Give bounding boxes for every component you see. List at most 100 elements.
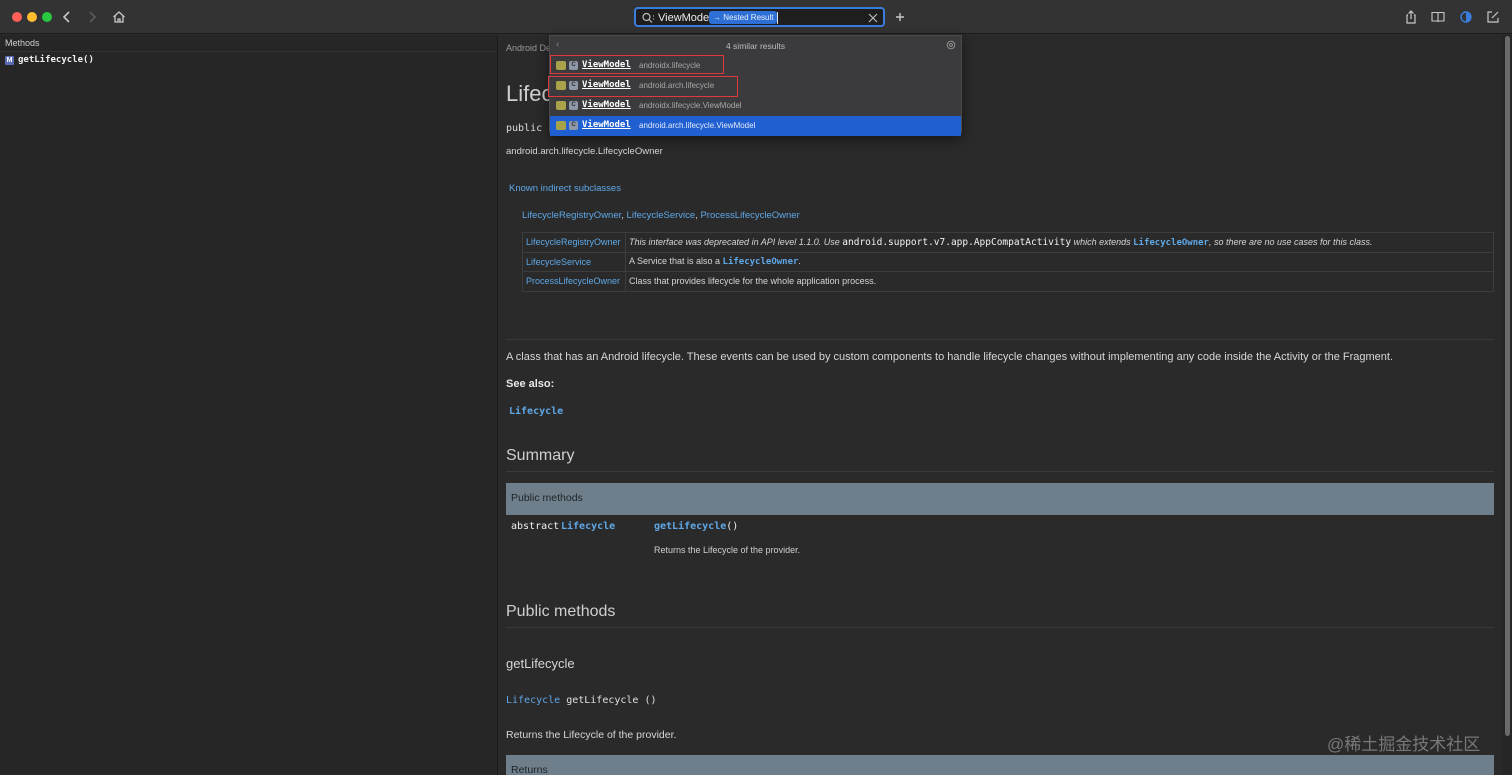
clear-search-icon[interactable] [866,11,880,25]
sidebar-title: Methods [5,38,40,48]
table-cell: LifecycleRegistryOwner [522,232,626,253]
subclass-link[interactable]: ProcessLifecycleOwner [526,276,620,286]
breadcrumb[interactable]: Android De [506,43,551,53]
method-description: Returns the Lifecycle of the provider. [506,729,677,741]
subclass-table: LifecycleRegistryOwner This interface wa… [522,232,1494,292]
class-description: A class that has an Android lifecycle. T… [506,351,1394,363]
method-full-signature: Lifecycle getLifecycle () [506,695,657,706]
public-methods-heading: Public methods [506,603,616,620]
interface-name: android.arch.lifecycle.LifecycleOwner [506,146,663,157]
method-parens: () [726,521,739,532]
result-name: ViewModel [582,100,631,110]
dropdown-header: ‹ 4 similar results [550,36,961,56]
plus-icon [896,13,904,21]
watermark: @稀土掘金技术社区 [1327,735,1481,754]
method-signature: getLifecycle() [654,521,738,532]
class-declaration: public i [506,123,555,134]
cell-text: A Service that is also a [629,256,723,267]
text-caret [777,12,778,24]
search-result-item[interactable]: C ViewModel androidx.lifecycle.ViewModel [550,96,961,116]
compose-icon [1487,11,1499,23]
subclass-link[interactable]: LifecycleRegistryOwner [526,237,621,247]
subclass-link[interactable]: LifecycleService [526,257,591,267]
home-icon [113,11,125,23]
cell-text: Class that provides lifecycle for the wh… [629,276,877,287]
section-divider [506,339,1494,340]
library-button[interactable] [1430,9,1446,25]
table-header-text: Public methods [511,492,583,504]
return-type-link[interactable]: Lifecycle [506,695,560,706]
class-icon: C [569,101,578,110]
contrast-icon [1460,11,1472,23]
close-window-button[interactable] [12,12,22,22]
table-row: LifecycleService A Service that is also … [522,251,1494,272]
new-tab-button[interactable] [892,9,908,25]
forward-button[interactable] [84,9,100,25]
search-query: ViewModel [658,12,712,24]
table-cell: Class that provides lifecycle for the wh… [625,271,1494,292]
nested-result-badge[interactable]: → Nested Result [709,11,778,24]
see-also-label: See also: [506,378,555,390]
sidebar-item-label: getLifecycle() [18,55,94,65]
subclass-link[interactable]: LifecycleRegistryOwner [522,210,621,221]
package-icon [556,101,566,110]
zoom-window-button[interactable] [42,12,52,22]
method-icon: M [5,55,14,65]
subclass-link[interactable]: ProcessLifecycleOwner [700,210,799,221]
window-toolbar: ViewModel → Nested Result [0,0,1512,34]
back-button[interactable] [59,9,75,25]
appearance-button[interactable] [1458,9,1474,25]
share-icon [1406,10,1416,24]
result-package: android.arch.lifecycle.ViewModel [639,121,756,130]
results-count: 4 similar results [725,41,786,51]
summary-heading: Summary [506,447,575,464]
sidebar-item-getlifecycle[interactable]: M getLifecycle() [5,54,94,66]
home-button[interactable] [111,9,127,25]
highlight-box [548,76,738,97]
table-row: ProcessLifecycleOwner Class that provide… [522,271,1494,292]
subclass-list: LifecycleRegistryOwner, LifecycleService… [522,210,800,221]
public-methods-table-header: Public methods [506,483,1494,515]
methods-sidebar: Methods M getLifecycle() [0,35,498,775]
cell-text: , so there are no use cases for this cla… [1208,236,1373,247]
share-button[interactable] [1403,9,1419,25]
scrollbar-thumb[interactable] [1505,36,1510,736]
code-link[interactable]: LifecycleOwner [1133,238,1209,248]
known-indirect-subclasses-toggle[interactable]: Known indirect subclasses [509,183,621,194]
chevron-right-icon [89,11,97,23]
cell-text: which extends [1071,236,1134,247]
sidebar-divider [0,51,497,52]
table-cell: LifecycleService [522,251,626,272]
package-icon [556,121,566,130]
table-cell: A Service that is also a LifecycleOwner. [625,251,1494,272]
table-header-text: Returns [511,764,548,775]
see-also-link[interactable]: Lifecycle [509,406,563,417]
returns-table-header: Returns [506,755,1494,775]
highlight-box [550,55,724,74]
result-name: ViewModel [582,120,631,130]
code-link[interactable]: LifecycleOwner [723,257,799,267]
chevron-left-icon [62,11,70,23]
class-icon: C [569,121,578,130]
method-link[interactable]: getLifecycle [654,521,726,532]
method-heading: getLifecycle [506,656,575,671]
minimize-window-button[interactable] [27,12,37,22]
edit-button[interactable] [1485,9,1501,25]
search-result-item-selected[interactable]: C ViewModel android.arch.lifecycle.ViewM… [550,116,961,136]
table-cell: This interface was deprecated in API lev… [625,232,1494,253]
method-modifier: abstract [511,521,560,532]
book-icon [1431,11,1445,23]
section-divider [506,627,1494,628]
table-row: LifecycleRegistryOwner This interface wa… [522,232,1494,253]
signature-text: getLifecycle () [560,695,657,706]
result-package: androidx.lifecycle.ViewModel [639,101,742,110]
return-type-link[interactable]: Lifecycle [561,521,615,532]
section-divider [506,471,1494,472]
method-summary-description: Returns the Lifecycle of the provider. [654,545,801,555]
search-field[interactable]: ViewModel → Nested Result [634,7,885,27]
settings-icon[interactable] [946,40,956,50]
cell-text: This interface was deprecated in API lev… [629,236,843,247]
search-icon [642,12,655,23]
doc-content: Android De Lifecyc public i android.arch… [499,35,1502,775]
subclass-link[interactable]: LifecycleService [627,210,696,221]
